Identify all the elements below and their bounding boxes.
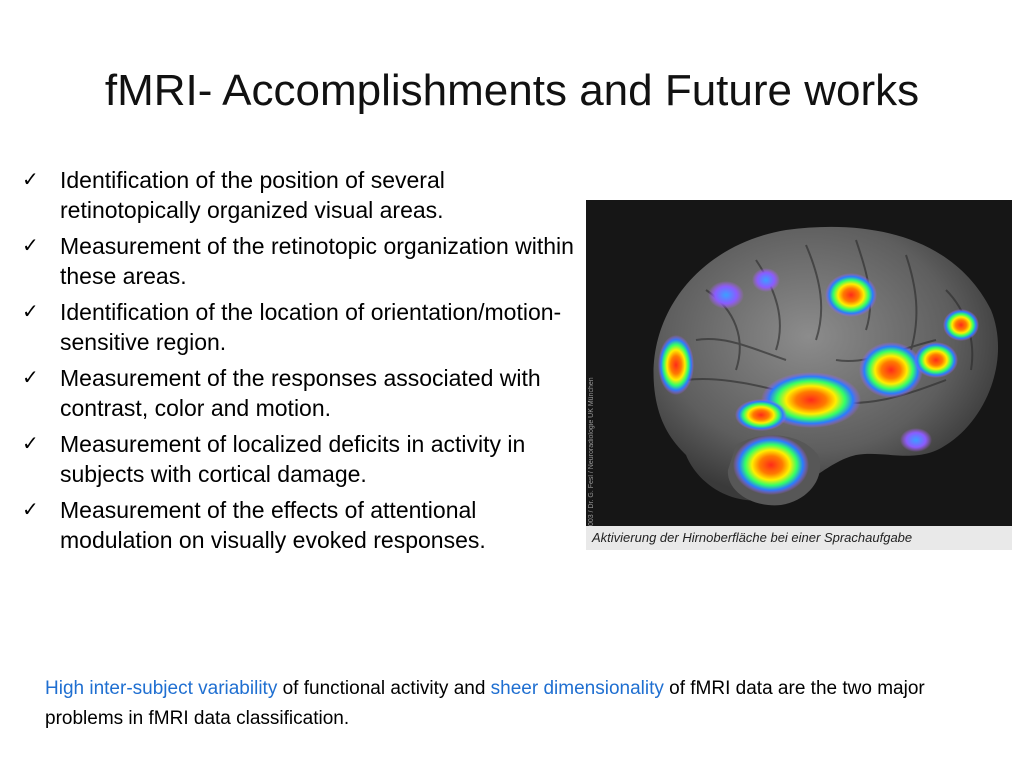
brain-figure: (c) 2003 / Dr. G. Fesl / Neuroradiologie… <box>586 200 1018 550</box>
highlight-variability: High inter-subject variability <box>45 678 278 699</box>
bullet-item: ✓ Identification of the position of seve… <box>18 165 578 225</box>
image-credit: (c) 2003 / Dr. G. Fesl / Neuroradiologie… <box>588 377 595 526</box>
footnote-text-1: of functional activity and <box>277 678 491 699</box>
checkmark-icon: ✓ <box>22 235 39 257</box>
footnote: High inter-subject variability of functi… <box>45 674 995 734</box>
highlight-dimensionality: sheer dimensionality <box>490 678 664 699</box>
image-caption: Aktivierung der Hirnoberfläche bei einer… <box>586 526 1012 550</box>
bullet-list: ✓ Identification of the position of seve… <box>18 165 578 561</box>
checkmark-icon: ✓ <box>22 301 39 323</box>
bullet-item: ✓ Measurement of localized deficits in a… <box>18 429 578 489</box>
bullet-item: ✓ Measurement of the responses associate… <box>18 363 578 423</box>
bullet-item: ✓ Measurement of the effects of attentio… <box>18 495 578 555</box>
bullet-text: Measurement of localized deficits in act… <box>60 431 526 487</box>
bullet-item: ✓ Identification of the location of orie… <box>18 297 578 357</box>
checkmark-icon: ✓ <box>22 433 39 455</box>
checkmark-icon: ✓ <box>22 169 39 191</box>
slide-title: fMRI- Accomplishments and Future works <box>104 66 920 115</box>
bullet-item: ✓ Measurement of the retinotopic organiz… <box>18 231 578 291</box>
bullet-text: Measurement of the responses associated … <box>60 365 541 421</box>
bullet-text: Measurement of the effects of attentiona… <box>60 497 486 553</box>
bullet-text: Identification of the position of severa… <box>60 167 445 223</box>
bullet-text: Identification of the location of orient… <box>60 299 562 355</box>
checkmark-icon: ✓ <box>22 499 39 521</box>
checkmark-icon: ✓ <box>22 367 39 389</box>
bullet-text: Measurement of the retinotopic organizat… <box>60 233 574 289</box>
brain-illustration <box>653 226 999 506</box>
brain-activation-image: (c) 2003 / Dr. G. Fesl / Neuroradiologie… <box>586 200 1012 526</box>
